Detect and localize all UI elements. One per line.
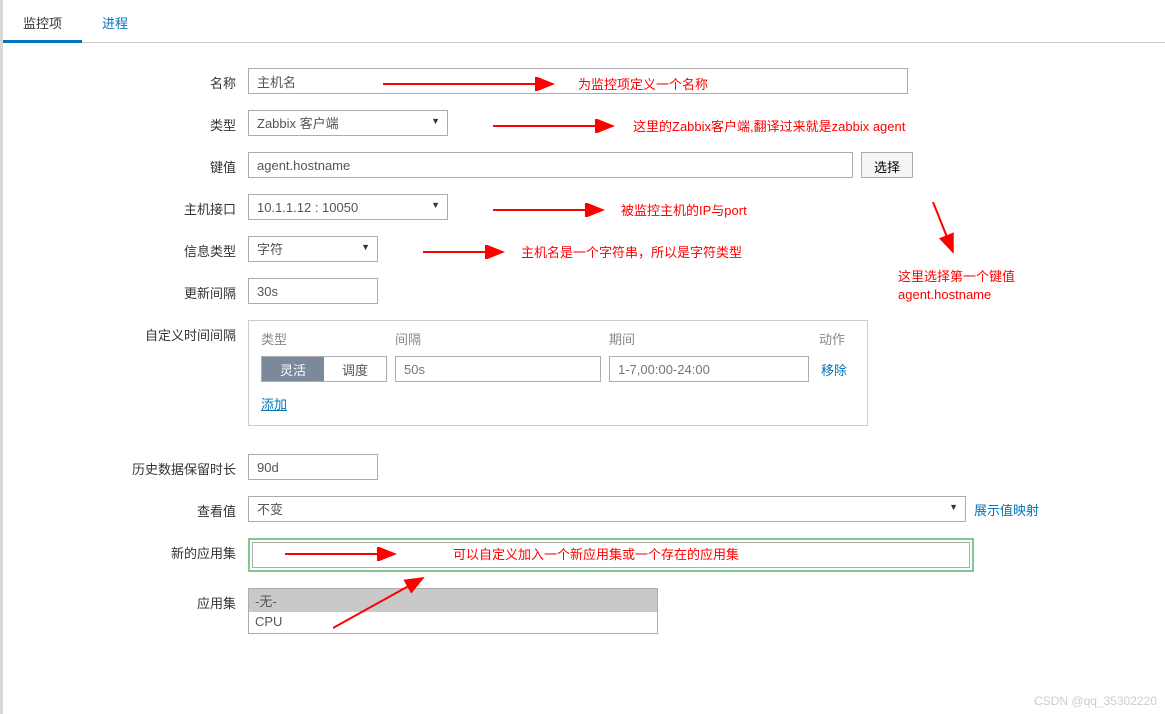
custom-interval-box: 类型 间隔 期间 动作 灵活 调度 移除 添加 — [248, 320, 868, 426]
row-view: 查看值 不变 展示值映射 — [3, 496, 1165, 522]
key-input[interactable] — [248, 152, 853, 178]
arrow-icon — [423, 245, 513, 259]
custom-row: 灵活 调度 移除 — [249, 354, 867, 384]
custom-header: 类型 间隔 期间 动作 — [249, 321, 867, 354]
tab-process[interactable]: 进程 — [82, 5, 148, 42]
toggle-group: 灵活 调度 — [261, 356, 387, 382]
label-info: 信息类型 — [3, 236, 248, 260]
remove-link[interactable]: 移除 — [821, 360, 847, 379]
arrow-icon — [493, 119, 623, 133]
app-listbox[interactable]: -无- CPU — [248, 588, 658, 634]
row-history: 历史数据保留时长 — [3, 454, 1165, 480]
tab-monitor[interactable]: 监控项 — [3, 5, 82, 43]
annotation-type: 这里的Zabbix客户端,翻译过来就是zabbix agent — [633, 116, 905, 135]
row-type: 类型 Zabbix 客户端 这里的Zabbix客户端,翻译过来就是zabbix … — [3, 110, 1165, 136]
label-custom: 自定义时间间隔 — [3, 320, 248, 344]
host-select[interactable]: 10.1.1.12 : 10050 — [248, 194, 448, 220]
annotation-info: 主机名是一个字符串，所以是字符类型 — [521, 242, 742, 261]
list-item[interactable]: CPU — [249, 612, 657, 631]
view-select[interactable]: 不变 — [248, 496, 966, 522]
row-info: 信息类型 字符 主机名是一个字符串，所以是字符类型 — [3, 236, 1165, 262]
label-name: 名称 — [3, 68, 248, 92]
label-type: 类型 — [3, 110, 248, 134]
list-item[interactable]: -无- — [249, 589, 657, 612]
label-update: 更新间隔 — [3, 278, 248, 302]
label-history: 历史数据保留时长 — [3, 454, 248, 478]
add-link[interactable]: 添加 — [261, 394, 287, 413]
row-custom: 自定义时间间隔 类型 间隔 期间 动作 灵活 调度 移除 — [3, 320, 1165, 426]
select-button[interactable]: 选择 — [861, 152, 913, 178]
header-interval: 间隔 — [395, 329, 609, 348]
watermark: CSDN @qq_35302220 — [1034, 694, 1157, 708]
row-app: 应用集 -无- CPU — [3, 588, 1165, 634]
row-name: 名称 为监控项定义一个名称 — [3, 68, 1165, 94]
history-input[interactable] — [248, 454, 378, 480]
type-select[interactable]: Zabbix 客户端 — [248, 110, 448, 136]
view-map-link[interactable]: 展示值映射 — [974, 500, 1039, 519]
custom-interval-input[interactable] — [395, 356, 601, 382]
label-host: 主机接口 — [3, 194, 248, 218]
annotation-name: 为监控项定义一个名称 — [578, 74, 708, 93]
row-newapp: 新的应用集 可以自定义加入一个新应用集或一个存在的应用集 — [3, 538, 1165, 572]
label-app: 应用集 — [3, 588, 248, 612]
header-period: 期间 — [609, 329, 819, 348]
header-action: 动作 — [819, 329, 845, 348]
toggle-flex[interactable]: 灵活 — [262, 357, 324, 381]
toggle-sched[interactable]: 调度 — [324, 357, 386, 381]
page-container: 监控项 进程 名称 为监控项定义一个名称 类型 Zabbix 客户端 这里的Za… — [0, 0, 1165, 714]
label-view: 查看值 — [3, 496, 248, 520]
tab-bar: 监控项 进程 — [3, 5, 1165, 43]
header-type: 类型 — [261, 329, 395, 348]
annotation-select: 这里选择第一个键值agent.hostname — [898, 268, 1058, 304]
label-key: 键值 — [3, 152, 248, 176]
update-input[interactable] — [248, 278, 378, 304]
row-key: 键值 选择 — [3, 152, 1165, 178]
custom-period-input[interactable] — [609, 356, 809, 382]
arrow-icon — [493, 203, 613, 217]
row-host: 主机接口 10.1.1.12 : 10050 被监控主机的IP与port — [3, 194, 1165, 220]
annotation-host: 被监控主机的IP与port — [621, 200, 747, 219]
annotation-newapp: 可以自定义加入一个新应用集或一个存在的应用集 — [453, 544, 739, 563]
label-newapp: 新的应用集 — [3, 538, 248, 562]
info-select[interactable]: 字符 — [248, 236, 378, 262]
